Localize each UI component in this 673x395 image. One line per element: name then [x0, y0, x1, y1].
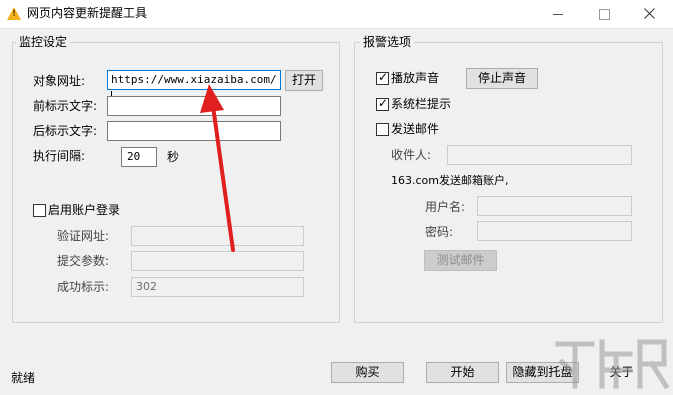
status-text: 就绪 [11, 371, 36, 385]
stop-sound-button[interactable]: 停止声音 [466, 68, 538, 89]
maximize-button[interactable] [581, 0, 627, 28]
success-flag-input[interactable]: 302 [131, 277, 304, 297]
prefix-text-label: 前标示文字: [33, 99, 98, 113]
sender-account-label: 163.com发送邮箱账户, [391, 174, 509, 187]
play-sound-label: 播放声音 [391, 71, 440, 85]
verify-url-input[interactable] [131, 226, 304, 246]
enable-login-checkbox[interactable] [33, 204, 46, 217]
success-flag-label: 成功标示: [57, 280, 110, 294]
username-label: 用户名: [425, 200, 466, 214]
buy-button[interactable]: 购买 [331, 362, 404, 383]
recipient-label: 收件人: [391, 148, 432, 162]
open-button[interactable]: 打开 [285, 70, 323, 91]
password-input[interactable] [477, 221, 632, 241]
tray-tip-checkbox[interactable]: ✓ [376, 96, 389, 111]
checkmark-icon: ✓ [378, 70, 389, 84]
prefix-text-input[interactable] [107, 96, 281, 116]
send-mail-checkbox[interactable] [376, 123, 389, 136]
username-input[interactable] [477, 196, 632, 216]
target-url-input[interactable]: https://www.xiazaiba.com/ [107, 70, 281, 103]
alarm-options-title: 报警选项 [360, 35, 415, 49]
submit-params-input[interactable] [131, 251, 304, 271]
send-mail-label: 发送邮件 [391, 122, 440, 136]
password-label: 密码: [425, 225, 454, 239]
interval-label: 执行间隔: [33, 149, 86, 163]
suffix-text-input[interactable] [107, 121, 281, 141]
test-mail-button[interactable]: 测试邮件 [424, 250, 497, 271]
tray-tip-label: 系统栏提示 [391, 97, 452, 111]
minimize-icon [553, 14, 563, 15]
close-button[interactable] [627, 0, 673, 28]
interval-unit: 秒 [167, 150, 180, 164]
monitor-settings-title: 监控设定 [16, 35, 71, 49]
submit-params-label: 提交参数: [57, 254, 110, 268]
play-sound-checkbox[interactable]: ✓ [376, 70, 389, 85]
watermark-logo [555, 339, 670, 390]
minimize-button[interactable] [535, 0, 581, 28]
window-title: 网页内容更新提醒工具 [27, 6, 148, 20]
app-warning-icon: ! [7, 7, 21, 20]
verify-url-label: 验证网址: [57, 229, 110, 243]
interval-input[interactable]: 20 [121, 147, 157, 167]
suffix-text-label: 后标示文字: [33, 124, 98, 138]
enable-login-label: 启用账户登录 [48, 203, 121, 217]
close-icon [644, 8, 655, 19]
checkmark-icon: ✓ [378, 96, 389, 110]
recipient-input[interactable] [447, 145, 632, 165]
target-url-label: 对象网址: [33, 74, 86, 88]
maximize-icon [599, 9, 610, 20]
start-button[interactable]: 开始 [426, 362, 499, 383]
